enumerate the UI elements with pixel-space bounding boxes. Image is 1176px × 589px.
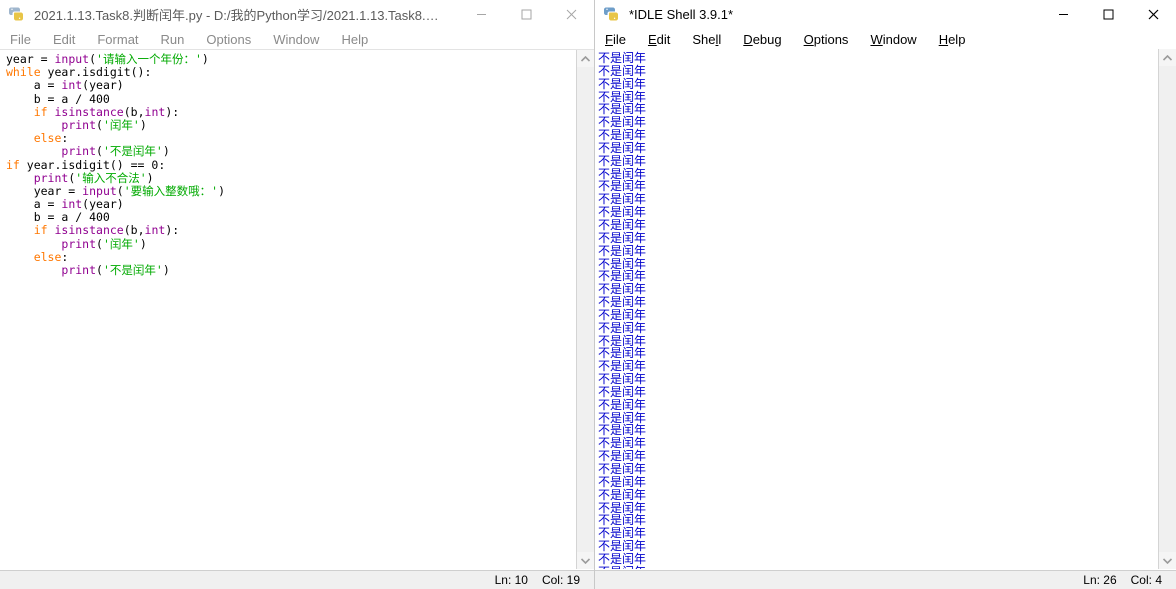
- menu-file[interactable]: File: [10, 32, 31, 47]
- menu-edit[interactable]: Edit: [53, 32, 75, 47]
- shell-scroll-thumb[interactable]: [1159, 66, 1176, 552]
- shell-output-line: 不是闰年: [598, 295, 647, 310]
- close-button[interactable]: [549, 0, 594, 28]
- menu-window[interactable]: Window: [273, 32, 319, 47]
- idle-shell-window[interactable]: *IDLE Shell 3.9.1* File Edit Shell Debug…: [595, 0, 1176, 589]
- editor-column-indicator: Col: 19: [541, 573, 580, 587]
- minimize-button[interactable]: [459, 0, 504, 28]
- editor-window-buttons: [459, 0, 594, 28]
- shell-output-line: 不是闰年: [598, 500, 647, 515]
- shell-output-line: 不是闰年: [598, 217, 647, 232]
- editor-vertical-scrollbar[interactable]: [576, 50, 594, 569]
- shell-output-line: 不是闰年: [598, 51, 647, 65]
- editor-menubar[interactable]: File Edit Format Run Options Window Help: [0, 29, 594, 51]
- python-idle-icon: [8, 5, 26, 23]
- shell-window-buttons: [1041, 0, 1176, 28]
- close-button[interactable]: [1131, 0, 1176, 28]
- shell-output-line: 不是闰年: [598, 333, 647, 348]
- editor-left-clip: [0, 50, 4, 569]
- editor-status-bar: Ln: 10 Col: 19: [0, 570, 594, 589]
- shell-output-line: 不是闰年: [598, 179, 647, 194]
- maximize-button[interactable]: [1086, 0, 1131, 28]
- shell-output-line: 不是闰年: [598, 487, 647, 502]
- menu-options[interactable]: Options: [206, 32, 251, 47]
- shell-output-line: 不是闰年: [598, 115, 647, 130]
- shell-output-content[interactable]: 不是闰年 不是闰年 不是闰年 不是闰年 不是闰年 不是闰年 不是闰年 不是闰年 不是闰年 不是闰年…: [598, 52, 1176, 569]
- idle-editor-window[interactable]: 2021.1.13.Task8.判断闰年.py - D:/我的Python学习/…: [0, 0, 595, 589]
- shell-text-pane[interactable]: 不是闰年 不是闰年 不是闰年 不是闰年 不是闰年 不是闰年 不是闰年 不是闰年 不是闰年 不是闰年…: [595, 49, 1176, 569]
- editor-title: 2021.1.13.Task8.判断闰年.py - D:/我的Python学习/…: [34, 7, 459, 23]
- menu-format[interactable]: Format: [97, 32, 138, 47]
- menu-help[interactable]: Help: [939, 32, 966, 47]
- shell-output-line: 不是闰年: [598, 140, 647, 155]
- shell-output-line: 不是闰年: [598, 320, 647, 335]
- shell-output-line: 不是闰年: [598, 256, 647, 271]
- scroll-down-arrow-icon[interactable]: [1159, 552, 1176, 569]
- menu-window[interactable]: Window: [870, 32, 916, 47]
- menu-run[interactable]: Run: [161, 32, 185, 47]
- shell-output-line: 不是闰年: [598, 526, 647, 541]
- scroll-down-arrow-icon[interactable]: [577, 552, 594, 569]
- editor-titlebar[interactable]: 2021.1.13.Task8.判断闰年.py - D:/我的Python学习/…: [0, 0, 594, 29]
- maximize-button[interactable]: [504, 0, 549, 28]
- shell-output-line: 不是闰年: [598, 307, 647, 322]
- shell-output-line: 不是闰年: [598, 89, 647, 104]
- editor-line-indicator: Ln: 10: [494, 573, 528, 587]
- menu-file[interactable]: File: [605, 32, 626, 47]
- shell-output-line: 不是闰年: [598, 449, 647, 464]
- shell-output-line: 不是闰年: [598, 462, 647, 476]
- shell-output-line: 不是闰年: [598, 565, 1176, 569]
- menu-debug[interactable]: Debug: [743, 32, 781, 47]
- code-line: print('闰年'): [61, 236, 147, 251]
- menu-help[interactable]: Help: [341, 32, 368, 47]
- desktop: 2021.1.13.Task8.判断闰年.py - D:/我的Python学习/…: [0, 0, 1176, 589]
- shell-output-line: 不是闰年: [598, 384, 647, 399]
- shell-output-line: 不是闰年: [598, 128, 647, 143]
- shell-output-line: 不是闰年: [598, 153, 647, 168]
- shell-output-line: 不是闰年: [598, 346, 647, 361]
- shell-output-line: 不是闰年: [598, 166, 647, 181]
- shell-output-line: 不是闰年: [598, 410, 647, 425]
- menu-shell[interactable]: Shell: [692, 32, 721, 47]
- shell-output-line: 不是闰年: [598, 192, 647, 207]
- code-line: print('不是闰年'): [61, 263, 170, 277]
- shell-output-line: 不是闰年: [598, 76, 647, 91]
- shell-output-line: 不是闰年: [598, 359, 647, 374]
- shell-status-bar: Ln: 26 Col: 4: [595, 570, 1176, 589]
- python-idle-icon: [603, 5, 621, 23]
- shell-output-line: 不是闰年: [598, 372, 647, 387]
- shell-output-line: 不是闰年: [598, 243, 647, 258]
- scroll-up-arrow-icon[interactable]: [1159, 49, 1176, 66]
- shell-output-line: 不是闰年: [598, 513, 647, 528]
- shell-output-line: 不是闰年: [598, 230, 647, 245]
- shell-column-indicator: Col: 4: [1130, 573, 1162, 587]
- shell-title: *IDLE Shell 3.9.1*: [629, 6, 734, 22]
- shell-output-line: 不是闰年: [598, 102, 647, 117]
- code-line: print('闰年'): [61, 117, 147, 132]
- shell-output-line: 不是闰年: [598, 436, 647, 451]
- shell-output-line: 不是闰年: [598, 551, 647, 566]
- shell-menubar[interactable]: File Edit Shell Debug Options Window Hel…: [595, 29, 1176, 51]
- shell-output-line: 不是闰年: [598, 205, 647, 220]
- shell-line-indicator: Ln: 26: [1083, 573, 1117, 587]
- shell-vertical-scrollbar[interactable]: [1158, 49, 1176, 569]
- editor-scroll-thumb[interactable]: [577, 67, 594, 552]
- scroll-up-arrow-icon[interactable]: [577, 50, 594, 67]
- editor-code-content[interactable]: year = input('请输入一个年份：') while year.isdig…: [6, 52, 594, 277]
- shell-output-line: 不是闰年: [598, 539, 647, 554]
- shell-output-line: 不是闰年: [598, 269, 647, 284]
- editor-text-pane[interactable]: year = input('请输入一个年份：') while year.isdig…: [0, 49, 594, 569]
- shell-output-line: 不是闰年: [598, 397, 647, 412]
- shell-output-line: 不是闰年: [598, 63, 647, 78]
- shell-output-line: 不是闰年: [598, 474, 647, 489]
- minimize-button[interactable]: [1041, 0, 1086, 28]
- menu-edit[interactable]: Edit: [648, 32, 670, 47]
- shell-output-line: 不是闰年: [598, 423, 647, 438]
- shell-output-line: 不是闰年: [598, 282, 647, 297]
- menu-options[interactable]: Options: [804, 32, 849, 47]
- shell-titlebar[interactable]: *IDLE Shell 3.9.1*: [595, 0, 1176, 29]
